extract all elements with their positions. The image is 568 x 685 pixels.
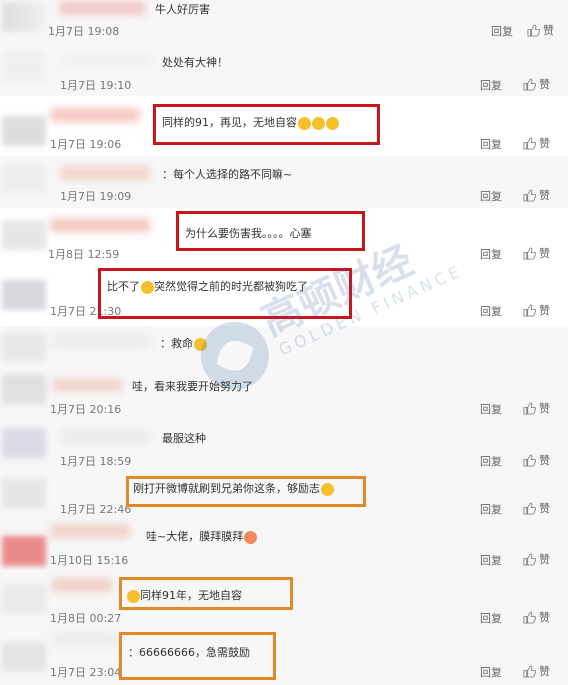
- comment-time: 1月7日 19:09: [60, 190, 132, 203]
- like-button[interactable]: 赞: [523, 187, 550, 203]
- reply-button[interactable]: 回复: [480, 610, 502, 626]
- highlight-box: [126, 476, 366, 507]
- username: [60, 166, 150, 180]
- like-button[interactable]: 赞: [523, 452, 550, 468]
- username: [60, 430, 150, 444]
- thumbs-up-icon: [523, 246, 536, 260]
- comment-text: 哇，看来我要开始努力了: [132, 380, 253, 393]
- thumbs-up-icon: [523, 453, 536, 467]
- avatar: [2, 478, 46, 508]
- username: [52, 334, 152, 348]
- avatar: [2, 164, 46, 194]
- comment-time: 1月7日 22:46: [60, 503, 132, 516]
- thumbs-up-icon: [523, 401, 536, 415]
- comment-row: 牛人好厉害 1月7日 19:08 回复 赞: [0, 0, 568, 43]
- highlight-box: [176, 211, 365, 251]
- username: [52, 578, 112, 592]
- like-button[interactable]: 赞: [523, 663, 550, 679]
- comment-row: 最服这种 1月7日 18:59 回复 赞: [0, 422, 568, 475]
- avatar: [2, 374, 46, 404]
- thumbs-up-icon: [527, 23, 540, 37]
- comment-time: 1月7日 19:08: [48, 25, 120, 38]
- username: [60, 1, 145, 15]
- like-button[interactable]: 赞: [523, 76, 550, 92]
- comment-text: 哇~大佬，膜拜膜拜: [146, 528, 258, 544]
- like-button[interactable]: 赞: [523, 245, 550, 261]
- comment-text: 牛人好厉害: [155, 3, 210, 16]
- reply-button[interactable]: 回复: [480, 664, 502, 680]
- highlight-box: [98, 268, 352, 319]
- comment-time: 1月7日 19:06: [50, 138, 122, 151]
- comment-time: 1月7日 18:59: [60, 455, 132, 468]
- username: [50, 524, 130, 538]
- avatar: [2, 220, 46, 250]
- worship-emoji-icon: [244, 530, 258, 544]
- avatar: [2, 584, 46, 614]
- username: [52, 378, 122, 392]
- comment-text: 最服这种: [162, 432, 206, 445]
- comment-row: ：救命: [0, 326, 568, 371]
- avatar: [2, 52, 46, 82]
- comment-text: 处处有大神！: [162, 56, 228, 69]
- comment-time: 1月7日 19:10: [60, 79, 132, 92]
- highlight-box: [119, 577, 293, 610]
- reply-button[interactable]: 回复: [480, 77, 502, 93]
- reply-button[interactable]: 回复: [480, 188, 502, 204]
- reply-button[interactable]: 回复: [480, 552, 502, 568]
- reply-button[interactable]: 回复: [480, 136, 502, 152]
- avatar: [2, 2, 46, 32]
- comment-row: 哇，看来我要开始努力了 1月7日 20:16 回复 赞: [0, 370, 568, 423]
- comment-row: 哇~大佬，膜拜膜拜 1月10日 15:16 回复 赞: [0, 518, 568, 571]
- thumbs-up-icon: [523, 552, 536, 566]
- comment-text: ：每个人选择的路不同嘛~: [162, 168, 293, 181]
- reply-button[interactable]: 回复: [480, 303, 502, 319]
- avatar: [2, 280, 46, 310]
- username: [50, 218, 150, 232]
- highlight-box: [153, 104, 380, 145]
- thumbs-up-icon: [523, 136, 536, 150]
- thumbs-up-icon: [523, 303, 536, 317]
- comment-row: ：66666666，急需鼓励 1月7日 23:04 回复 赞: [0, 626, 568, 685]
- reply-button[interactable]: 回复: [480, 246, 502, 262]
- avatar: [2, 428, 46, 458]
- like-button[interactable]: 赞: [523, 400, 550, 416]
- thumbs-up-icon: [523, 77, 536, 91]
- thumbs-up-icon: [523, 501, 536, 515]
- like-button[interactable]: 赞: [523, 500, 550, 516]
- like-button[interactable]: 赞: [523, 135, 550, 151]
- like-button[interactable]: 赞: [523, 551, 550, 567]
- comment-time: 1月8日 12:59: [48, 248, 120, 261]
- comment-time: 1月8日 00:27: [50, 612, 122, 625]
- avatar: [2, 116, 46, 146]
- like-button[interactable]: 赞: [523, 302, 550, 318]
- thumbs-up-icon: [523, 188, 536, 202]
- avatar: [2, 332, 46, 362]
- comment-text: ：救命: [160, 335, 207, 351]
- thumbs-up-icon: [523, 664, 536, 678]
- like-button[interactable]: 赞: [523, 609, 550, 625]
- username: [62, 54, 152, 68]
- highlight-box: [119, 632, 276, 680]
- crying-emoji-icon: [194, 337, 207, 351]
- avatar: [2, 642, 46, 672]
- reply-button[interactable]: 回复: [491, 23, 513, 39]
- reply-button[interactable]: 回复: [480, 401, 502, 417]
- comment-time: 1月7日 20:16: [50, 403, 122, 416]
- comment-time: 1月10日 15:16: [50, 554, 129, 567]
- reply-button[interactable]: 回复: [480, 453, 502, 469]
- avatar: [2, 536, 46, 566]
- comment-row: 处处有大神！ 1月7日 19:10 回复 赞: [0, 42, 568, 97]
- comment-time: 1月7日 23:04: [50, 666, 122, 679]
- username: [50, 108, 140, 122]
- like-button[interactable]: 赞: [527, 22, 554, 38]
- reply-button[interactable]: 回复: [480, 501, 502, 517]
- username: [52, 632, 122, 646]
- thumbs-up-icon: [523, 610, 536, 624]
- comment-row: ：每个人选择的路不同嘛~ 1月7日 19:09 回复 赞: [0, 156, 568, 209]
